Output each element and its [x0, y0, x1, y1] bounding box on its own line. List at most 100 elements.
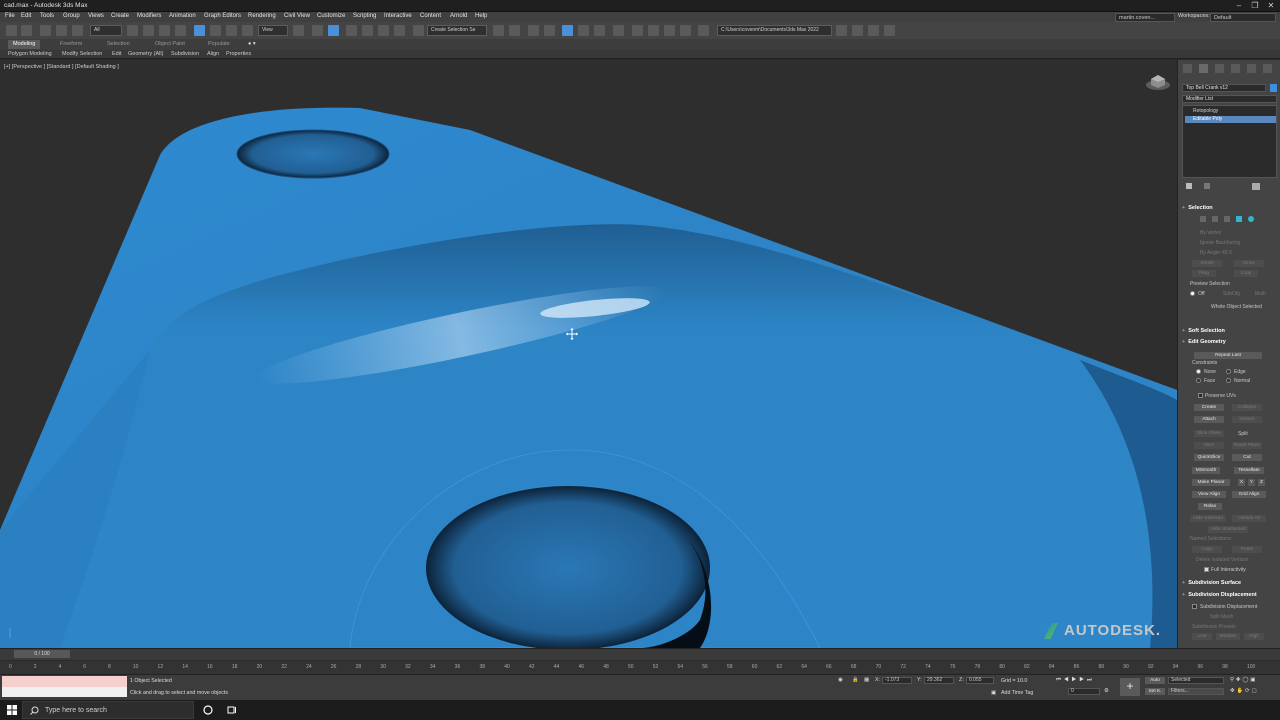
menu-civil-view[interactable]: Civil View — [284, 13, 310, 19]
project-path-dropdown[interactable]: C:\Users\covenm\Documents\3ds Max 2022 — [717, 25, 832, 36]
ignore-backfacing-label[interactable]: Ignore Backfacing — [1200, 240, 1240, 246]
menu-help[interactable]: Help — [475, 13, 487, 19]
curve-editor-icon[interactable] — [578, 25, 589, 36]
menu-customize[interactable]: Customize — [317, 13, 345, 19]
view-align-button[interactable]: View Align — [1192, 491, 1226, 498]
select-and-rotate-icon[interactable] — [210, 25, 221, 36]
menu-rendering[interactable]: Rendering — [248, 13, 276, 19]
cortana-icon[interactable] — [203, 705, 213, 715]
restore-icon[interactable]: ❐ — [1248, 1, 1262, 11]
grow-button[interactable]: Grow — [1234, 260, 1264, 267]
show-end-result-icon[interactable] — [1204, 183, 1210, 189]
loop-button[interactable]: Loop — [1234, 270, 1258, 277]
configure-modifier-sets-icon[interactable] — [1252, 183, 1260, 190]
align-icon[interactable] — [509, 25, 520, 36]
edit-named-selection-icon[interactable] — [413, 25, 424, 36]
unhide-all-button[interactable]: Unhide All — [1232, 515, 1266, 522]
preview-off-radio[interactable] — [1190, 291, 1195, 296]
perspective-viewport[interactable]: [+] [Perspective ] [Standard ] [Default … — [0, 60, 1177, 648]
toggle-layer-explorer-icon[interactable] — [544, 25, 555, 36]
constraint-edge-radio[interactable] — [1226, 369, 1231, 374]
rendered-frame-window-icon[interactable] — [648, 25, 659, 36]
track-bar[interactable] — [0, 661, 1280, 674]
preview-multi-label[interactable]: Multi — [1255, 291, 1266, 297]
repeat-last-button[interactable]: Repeat Last — [1194, 352, 1262, 359]
menu-scripting[interactable]: Scripting — [353, 13, 376, 19]
reset-plane-button[interactable]: Reset Plane — [1232, 442, 1262, 449]
hide-unselected-button[interactable]: Hide Unselected — [1208, 526, 1248, 533]
selection-rollout-header[interactable]: Selection — [1182, 205, 1277, 211]
detach-button[interactable]: Detach — [1232, 416, 1262, 423]
ribbon-panel-subdivision[interactable]: Subdivision — [171, 51, 199, 57]
attach-button[interactable]: Attach — [1194, 416, 1224, 423]
select-and-place-icon[interactable] — [242, 25, 253, 36]
isolate-selection-icon[interactable]: ◉ — [838, 677, 843, 683]
viewport-nav-controls-2[interactable]: ✥✋⟳▢ — [1230, 688, 1258, 694]
add-time-tag-label[interactable]: Add Time Tag — [1001, 690, 1033, 696]
border-level-icon[interactable] — [1224, 216, 1230, 222]
render-in-cloud-icon[interactable] — [680, 25, 691, 36]
y-coordinate-field[interactable]: 29.362 — [924, 677, 954, 684]
object-color-swatch[interactable] — [1270, 84, 1277, 92]
ribbon-panel-properties[interactable]: Properties — [226, 51, 251, 57]
task-view-icon[interactable] — [227, 705, 237, 715]
window-crossing-icon[interactable] — [175, 25, 186, 36]
ribbon-panel-polygon-modeling[interactable]: Polygon Modeling — [8, 51, 52, 57]
key-mode-dropdown[interactable]: Selected — [1168, 677, 1224, 684]
cut-button[interactable]: Cut — [1232, 454, 1262, 461]
select-object-icon[interactable] — [127, 25, 138, 36]
subdivision-surface-rollout-header[interactable]: Subdivision Surface — [1182, 580, 1277, 586]
menu-interactive[interactable]: Interactive — [384, 13, 412, 19]
ribbon-panel-align[interactable]: Align — [207, 51, 219, 57]
slice-plane-button[interactable]: Slice Plane — [1194, 430, 1224, 437]
preview-subobj-label[interactable]: SubObj — [1223, 291, 1240, 297]
stack-item-retopology[interactable]: Retopology — [1185, 108, 1276, 115]
make-planar-button[interactable]: Make Planar — [1192, 479, 1230, 486]
menu-views[interactable]: Views — [88, 13, 104, 19]
pivot-center-icon[interactable] — [293, 25, 304, 36]
selection-filter-dropdown[interactable]: All — [90, 25, 122, 36]
z-coordinate-field[interactable]: 0.055 — [966, 677, 994, 684]
select-and-scale-icon[interactable] — [226, 25, 237, 36]
named-selection-set-dropdown[interactable]: Create Selection Se — [427, 25, 487, 36]
display-tab-icon[interactable] — [1247, 64, 1256, 73]
modify-tab-icon[interactable] — [1199, 64, 1208, 73]
utilities-tab-icon[interactable] — [1263, 64, 1272, 73]
rectangular-selection-icon[interactable] — [159, 25, 170, 36]
motion-tab-icon[interactable] — [1231, 64, 1240, 73]
ribbon-tab-freeform[interactable]: Freeform — [60, 41, 82, 47]
percent-snap-icon[interactable] — [378, 25, 389, 36]
ribbon-panel-modify-selection[interactable]: Modify Selection — [62, 51, 102, 57]
project-settings-icon[interactable] — [884, 25, 895, 36]
ribbon-tab-populate[interactable]: Populate — [208, 41, 230, 47]
keyboard-shortcut-toggle-icon[interactable] — [328, 25, 339, 36]
schematic-view-icon[interactable] — [594, 25, 605, 36]
set-key-button[interactable]: Set K. — [1145, 688, 1165, 695]
create-tab-icon[interactable] — [1183, 64, 1192, 73]
menu-animation[interactable]: Animation — [169, 13, 196, 19]
ribbon-panel-geometry-all[interactable]: Geometry (All) — [128, 51, 163, 57]
menu-graph-editors[interactable]: Graph Editors — [204, 13, 241, 19]
relax-button[interactable]: Relax — [1198, 503, 1222, 510]
undo-icon[interactable] — [6, 25, 17, 36]
constraint-normal-radio[interactable] — [1226, 378, 1231, 383]
menu-file[interactable]: File — [5, 13, 15, 19]
ring-button[interactable]: Ring — [1192, 270, 1216, 277]
render-production-icon[interactable] — [664, 25, 675, 36]
select-by-name-icon[interactable] — [143, 25, 154, 36]
menu-content[interactable]: Content — [420, 13, 441, 19]
snaps-toggle-icon[interactable] — [346, 25, 357, 36]
menu-edit[interactable]: Edit — [21, 13, 31, 19]
menu-arnold[interactable]: Arnold — [450, 13, 467, 19]
vertex-level-icon[interactable] — [1200, 216, 1206, 222]
redo-icon[interactable] — [21, 25, 32, 36]
slice-button[interactable]: Slice — [1194, 442, 1224, 449]
bind-space-warp-icon[interactable] — [72, 25, 83, 36]
time-slider[interactable]: 0 / 100 — [14, 650, 70, 658]
render-setup-icon[interactable] — [632, 25, 643, 36]
ribbon-tab-object-paint[interactable]: Object Paint — [155, 41, 185, 47]
minimize-icon[interactable]: – — [1232, 1, 1246, 11]
by-vertex-label[interactable]: By Vertex — [1200, 230, 1221, 236]
stack-item-editable-poly[interactable]: Editable Poly — [1185, 116, 1276, 123]
reference-coordinate-dropdown[interactable]: View — [258, 25, 288, 36]
